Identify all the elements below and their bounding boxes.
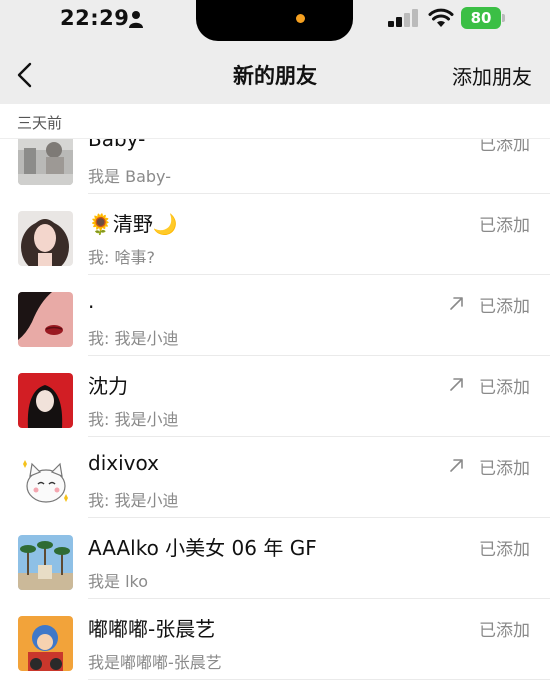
- friend-request-note: 我是嘟嘟嘟-张晨艺: [88, 653, 222, 672]
- added-status: 已添加: [479, 540, 530, 560]
- status-time: 22:29: [60, 6, 130, 30]
- friend-row[interactable]: 沈力 我: 我是小迪 已添加: [0, 356, 550, 437]
- friend-row[interactable]: . 我: 我是小迪 已添加: [0, 275, 550, 356]
- avatar[interactable]: [18, 616, 73, 671]
- added-status: 已添加: [479, 138, 530, 155]
- avatar[interactable]: [18, 535, 73, 590]
- battery-indicator: 80: [461, 7, 501, 29]
- added-status: 已添加: [479, 378, 530, 398]
- friend-name: dixivox: [88, 451, 159, 475]
- friend-request-note: 我: 啥事?: [88, 248, 155, 267]
- nav-bar: 新的朋友 添加朋友: [0, 42, 550, 104]
- friend-name: 🌻清野🌙: [88, 212, 178, 236]
- friend-name: 嘟嘟嘟-张晨艺: [88, 617, 216, 641]
- friend-row[interactable]: AAAlko 小美女 06 年 GF 我是 lko 已添加: [0, 518, 550, 599]
- added-status: 已添加: [479, 216, 530, 236]
- friend-list: Baby- 我是 Baby- 已添加 🌻清野🌙 我: 啥事? 已添加 . 我: …: [0, 138, 550, 680]
- friend-request-note: 我是 Baby-: [88, 167, 171, 186]
- avatar[interactable]: [18, 373, 73, 428]
- friend-row[interactable]: Baby- 我是 Baby- 已添加: [0, 138, 550, 194]
- status-bar: 22:29 80: [0, 0, 550, 42]
- friend-row[interactable]: 🌻清野🌙 我: 啥事? 已添加: [0, 194, 550, 275]
- section-header: 三天前: [0, 104, 550, 139]
- avatar[interactable]: [18, 292, 73, 347]
- outgoing-arrow-icon: [450, 459, 463, 472]
- friend-request-note: 我: 我是小迪: [88, 329, 179, 348]
- cellular-signal-icon: [388, 9, 418, 27]
- activity-dot: [296, 14, 305, 23]
- friend-name: Baby-: [88, 138, 146, 151]
- added-status: 已添加: [479, 621, 530, 641]
- dynamic-island: [196, 0, 353, 41]
- friend-row[interactable]: dixivox 我: 我是小迪 已添加: [0, 437, 550, 518]
- avatar[interactable]: [18, 211, 73, 266]
- added-status: 已添加: [479, 297, 530, 317]
- outgoing-arrow-icon: [450, 297, 463, 310]
- friend-request-note: 我: 我是小迪: [88, 491, 179, 510]
- friend-name: AAAlko 小美女 06 年 GF: [88, 536, 317, 560]
- battery-cap: [502, 14, 505, 22]
- added-status: 已添加: [479, 459, 530, 479]
- add-friend-button[interactable]: 添加朋友: [452, 61, 532, 90]
- friend-row[interactable]: 嘟嘟嘟-张晨艺 我是嘟嘟嘟-张晨艺 已添加: [0, 599, 550, 680]
- friend-request-note: 我: 我是小迪: [88, 410, 179, 429]
- wifi-icon: [428, 8, 454, 27]
- friend-list-viewport[interactable]: Baby- 我是 Baby- 已添加 🌻清野🌙 我: 啥事? 已添加 . 我: …: [0, 138, 550, 686]
- person-icon: [129, 11, 143, 28]
- friend-name: 沈力: [88, 374, 128, 398]
- row-divider: [88, 679, 550, 680]
- outgoing-arrow-icon: [450, 378, 463, 391]
- avatar[interactable]: [18, 138, 73, 185]
- avatar[interactable]: [18, 454, 73, 509]
- friend-name: .: [88, 289, 95, 313]
- friend-request-note: 我是 lko: [88, 572, 149, 591]
- section-date-label: 三天前: [17, 114, 63, 132]
